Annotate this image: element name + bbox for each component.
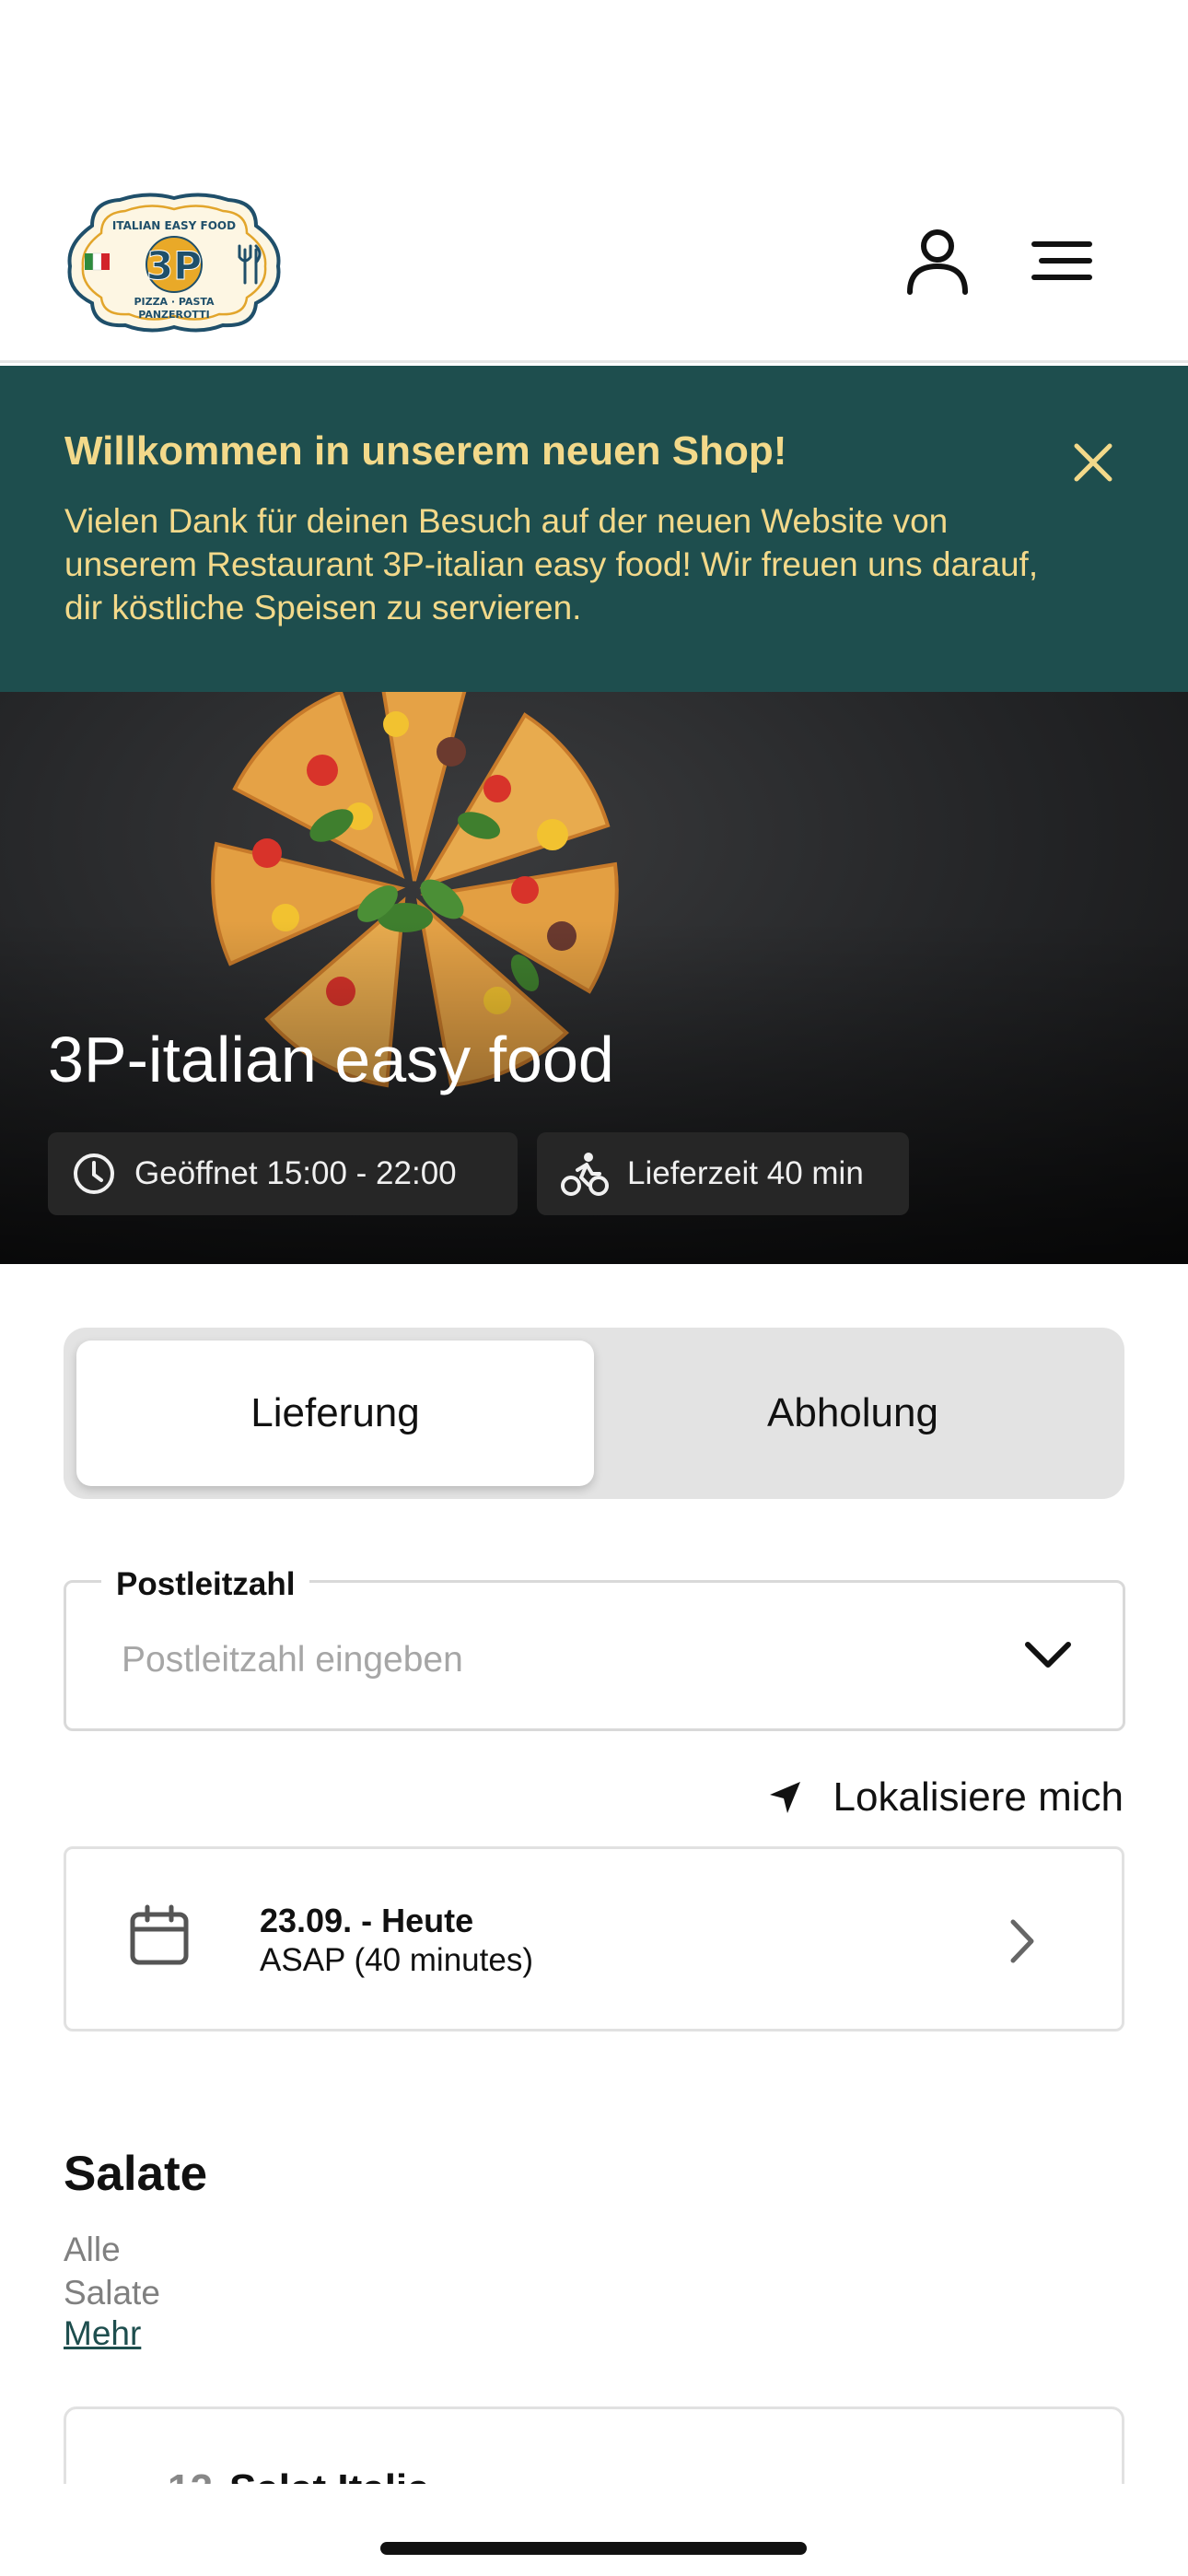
logo-top-text: ITALIAN EASY FOOD — [112, 219, 236, 232]
logo-bottom-text-1: PIZZA · PASTA — [134, 296, 215, 308]
logo-brand: 3P — [146, 243, 202, 288]
category-more-link[interactable]: Mehr — [64, 2314, 141, 2353]
category-title: Salate — [64, 2147, 208, 2201]
bicycle-courier-icon — [561, 1153, 609, 1196]
product-number: 12 — [168, 2466, 213, 2484]
schedule-time: ASAP (40 minutes) — [260, 1942, 533, 1978]
restaurant-name: 3P-italian easy food — [48, 1024, 614, 1095]
product-card[interactable]: 12 Salat Italia — [64, 2406, 1124, 2484]
home-indicator[interactable] — [380, 2542, 807, 2555]
logo-bottom-text-2: PANZEROTTI — [138, 309, 209, 321]
banner-title: Willkommen in unserem neuen Shop! — [64, 428, 787, 474]
opening-hours-badge: Geöffnet 15:00 - 22:00 — [48, 1132, 518, 1215]
clock-icon — [74, 1153, 114, 1194]
calendar-icon — [130, 1904, 189, 1965]
postal-code-label: Postleitzahl — [101, 1566, 310, 1603]
schedule-card[interactable] — [64, 1846, 1124, 2032]
category-description: Alle Salate — [64, 2231, 160, 2312]
locate-me-label: Lokalisiere mich — [833, 1774, 1124, 1820]
chevron-down-icon[interactable] — [1022, 1635, 1074, 1676]
pickup-option[interactable]: Abholung — [594, 1341, 1112, 1486]
restaurant-logo[interactable]: ITALIAN EASY FOOD 3P PIZZA · PASTA PANZE… — [64, 189, 284, 336]
product-title: 12 Salat Italia — [168, 2466, 430, 2484]
product-name: Salat Italia — [229, 2466, 430, 2484]
delivery-time-badge: Lieferzeit 40 min — [537, 1132, 909, 1215]
delivery-time-text: Lieferzeit 40 min — [627, 1155, 864, 1191]
chevron-right-icon — [1010, 1919, 1034, 1963]
locate-me-button[interactable]: Lokalisiere mich — [767, 1774, 1124, 1821]
close-icon[interactable] — [1066, 435, 1121, 490]
postal-code-placeholder[interactable]: Postleitzahl eingeben — [122, 1640, 463, 1680]
hamburger-menu-icon[interactable] — [1025, 224, 1099, 298]
opening-hours-text: Geöffnet 15:00 - 22:00 — [134, 1155, 457, 1191]
banner-text: Vielen Dank für deinen Besuch auf der ne… — [64, 502, 1039, 626]
location-arrow-icon — [769, 1782, 800, 1813]
user-icon[interactable] — [901, 224, 974, 298]
app-header: ITALIAN EASY FOOD 3P PIZZA · PASTA PANZE… — [0, 0, 1188, 363]
schedule-date: 23.09. - Heute — [260, 1902, 474, 1939]
delivery-option[interactable]: Lieferung — [76, 1341, 594, 1486]
order-mode-toggle: Lieferung Abholung — [64, 1328, 1124, 1499]
